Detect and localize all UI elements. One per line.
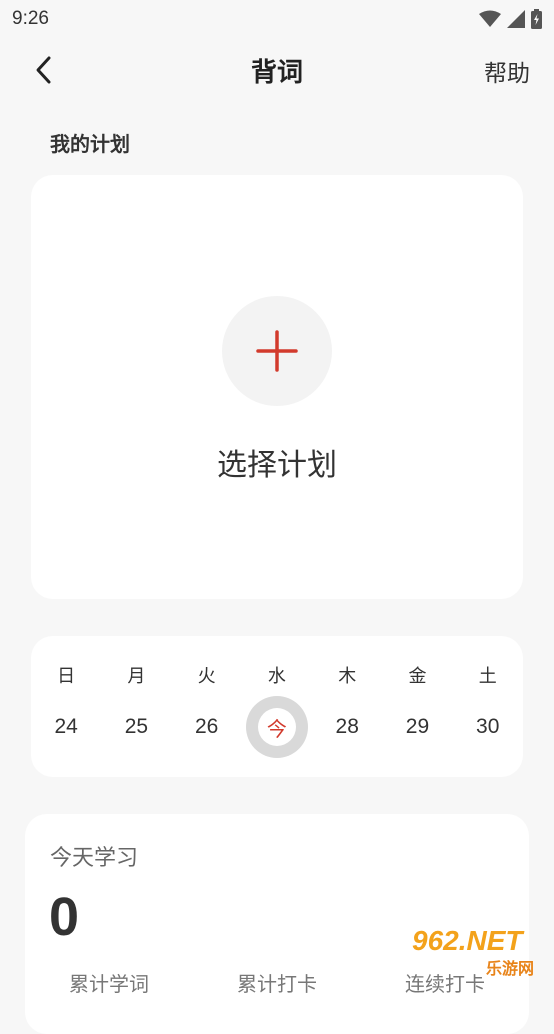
calendar-day[interactable]: 29: [382, 696, 452, 758]
watermark-logo: 962.NET 乐游网: [408, 920, 548, 980]
wifi-icon: [479, 10, 501, 27]
stat-total-checkins: 累计打卡: [237, 972, 317, 996]
weekday-label: 金: [408, 666, 427, 687]
add-plan-button[interactable]: [222, 296, 332, 406]
calendar-day[interactable]: 30: [453, 696, 523, 758]
weekday-label: 火: [197, 666, 216, 687]
stat-total-words: 累计学词: [69, 972, 149, 996]
calendar-day[interactable]: 25: [101, 696, 171, 758]
today-ring: 今: [245, 696, 308, 758]
weekday-row: 日 月 火 水 木 金 土: [31, 664, 523, 690]
signal-icon: [507, 10, 525, 28]
weekday-label: 土: [478, 666, 497, 687]
plan-card[interactable]: 选择计划: [31, 175, 523, 599]
plus-icon: [256, 330, 298, 372]
calendar-day[interactable]: 28: [312, 696, 382, 758]
today-word-count: 0: [49, 887, 80, 947]
weekday-label: 日: [57, 666, 76, 687]
status-icons: [479, 9, 542, 29]
help-button[interactable]: 帮助: [484, 54, 530, 88]
page-title: 背词: [250, 58, 303, 88]
calendar-day[interactable]: 24: [31, 696, 101, 758]
battery-icon: [531, 9, 542, 29]
weekday-label: 水: [267, 666, 286, 687]
today-label: 今: [257, 708, 296, 746]
status-time: 9:26: [12, 8, 49, 29]
watermark-text: 962.NET: [412, 925, 525, 956]
calendar-day[interactable]: 26: [172, 696, 242, 758]
watermark-subtext: 乐游网: [486, 959, 534, 978]
my-plan-heading: 我的计划: [50, 132, 130, 156]
date-row: 24 25 26 今 28 29 30: [31, 696, 523, 758]
weekday-label: 木: [338, 666, 357, 687]
today-study-title: 今天学习: [50, 846, 139, 871]
calendar-day-today[interactable]: 今: [242, 696, 312, 758]
weekday-label: 月: [127, 666, 146, 687]
week-calendar: 日 月 火 水 木 金 土 24 25 26 今 28 29 30: [31, 636, 523, 777]
app-bar: 背词 帮助: [0, 40, 554, 100]
choose-plan-label: 选择计划: [217, 448, 337, 483]
status-bar: 9:26: [0, 0, 554, 38]
